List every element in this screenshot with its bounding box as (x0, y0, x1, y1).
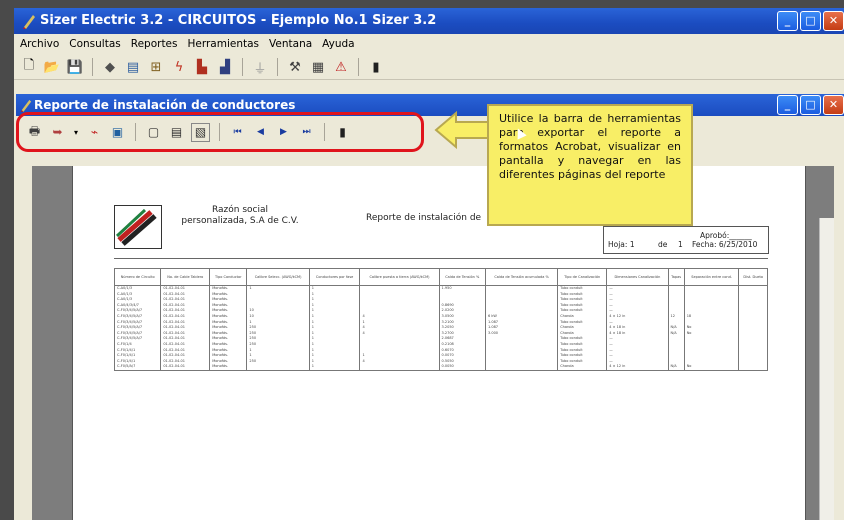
report-date: Fecha: 6/25/2010 (692, 240, 758, 249)
report-page-label: Hoja: 1 (608, 240, 635, 249)
app-pen-icon (23, 15, 35, 29)
menu-archivo[interactable]: Archivo (20, 38, 59, 50)
toolbar-separator (242, 58, 243, 76)
maximize-button[interactable]: □ (800, 11, 821, 31)
report-of-value: 1 (678, 240, 683, 249)
shape-icon[interactable]: ◆ (101, 58, 119, 76)
bar-chart-icon[interactable]: ▟ (216, 58, 234, 76)
save-icon[interactable]: 💾 (66, 58, 84, 76)
main-toolbar: 🗋 📂 💾 ◆ ▤ ⊞ ϟ ▙ ▟ ⏚ ⚒ ▦ ⚠ ▮ (14, 55, 844, 80)
report-icon[interactable]: ▤ (124, 58, 142, 76)
table-cell: Monofás. (209, 364, 248, 371)
child-maximize-button[interactable]: □ (800, 95, 821, 115)
tools-icon[interactable]: ⚒ (286, 58, 304, 76)
toolbar-highlight-ring (16, 112, 424, 152)
table-cell: 01-02-04-01 (160, 364, 211, 371)
report-page-info: Hoja: 1 de 1 Fecha: 6/25/2010 (603, 226, 769, 254)
table-header-cell: Número de Circuito (113, 268, 162, 286)
report-divider (114, 258, 768, 259)
table-cell: Charola (557, 364, 608, 371)
exit-door-icon[interactable]: ▮ (367, 58, 385, 76)
table-header-cell: Dimensiones Canalización (606, 268, 669, 286)
lightning-icon[interactable]: ϟ (170, 58, 188, 76)
table-cell (246, 364, 310, 371)
report-table: Número de Circuito No. de Cable Tablero Ti… (113, 268, 768, 371)
toolbar-separator (277, 58, 278, 76)
menu-consultas[interactable]: Consultas (69, 38, 120, 50)
list-icon[interactable]: ▦ (309, 58, 327, 76)
callout-tooltip: Utilice la barra de herramientas para ex… (487, 104, 693, 226)
menu-herramientas[interactable]: Herramientas (188, 38, 260, 50)
table-cell (359, 364, 440, 371)
toolbar-separator (92, 58, 93, 76)
toolbar-separator (358, 58, 359, 76)
table-cell: 1 (308, 364, 361, 371)
open-folder-icon[interactable]: 📂 (43, 58, 61, 76)
table-header-cell: Conductores por fase (308, 268, 361, 286)
table-cell: No (683, 364, 740, 371)
child-pen-icon (20, 99, 32, 112)
table-cell: C-F0/5/A/7 (113, 364, 162, 371)
table-header-cell: Separación entre cond. (683, 268, 740, 286)
table-header-cell: Calibre puesta a tierra (AWG/kCM) (359, 268, 440, 286)
menu-bar: Archivo Consultas Reportes Herramientas … (14, 34, 844, 54)
menu-ayuda[interactable]: Ayuda (322, 38, 354, 50)
table-cell: N/A (667, 364, 685, 371)
table-header-cell: Caída de Tensión % (438, 268, 487, 286)
table-cell: 0.0050 (438, 364, 487, 371)
child-close-button[interactable]: ✕ (823, 95, 844, 115)
table-cell: 4 × 12 in (606, 364, 669, 371)
child-minimize-button[interactable]: _ (777, 95, 798, 115)
table-header-cell: Dist. Dueto (738, 268, 768, 286)
table-header-cell: Tipo de Canalización (557, 268, 608, 286)
ground-icon[interactable]: ⏚ (251, 58, 269, 77)
table-header-cell: Calibre Selecc. (AWG/kCM) (246, 268, 310, 286)
report-company-name: Razón social personalizada, S.A de C.V. (181, 205, 299, 226)
vertical-scrollbar[interactable] (819, 218, 834, 520)
chart-icon[interactable]: ▙ (193, 58, 211, 76)
table-cell (484, 364, 559, 371)
company-logo (114, 205, 162, 249)
new-file-icon[interactable]: 🗋 (20, 58, 38, 76)
app-window: Sizer Electric 3.2 - CIRCUITOS - Ejemplo… (14, 8, 844, 520)
callout-arrow-icon (434, 110, 489, 150)
report-of-label: de (658, 240, 668, 249)
menu-ventana[interactable]: Ventana (269, 38, 312, 50)
table-cell (738, 364, 768, 371)
report-title: Reporte de instalación de (366, 213, 482, 223)
table-header-cell: Tapas (667, 268, 685, 286)
title-bar: Sizer Electric 3.2 - CIRCUITOS - Ejemplo… (14, 8, 844, 34)
table-header-cell: Tipo Conductor (209, 268, 248, 286)
table-header-cell: Caída de Tensión acumulada % (484, 268, 559, 286)
close-button[interactable]: ✕ (823, 11, 844, 31)
table-header-cell: No. de Cable Tablero (160, 268, 211, 286)
minimize-button[interactable]: _ (777, 11, 798, 31)
calculator-icon[interactable]: ⊞ (147, 58, 165, 76)
warning-icon[interactable]: ⚠ (332, 58, 350, 76)
window-title: Sizer Electric 3.2 - CIRCUITOS - Ejemplo… (40, 13, 437, 28)
table-row: C-F0/5/A/7 01-02-04-01 Monofás. 1 0.0050 Char… (113, 364, 768, 371)
menu-reportes[interactable]: Reportes (131, 38, 178, 50)
